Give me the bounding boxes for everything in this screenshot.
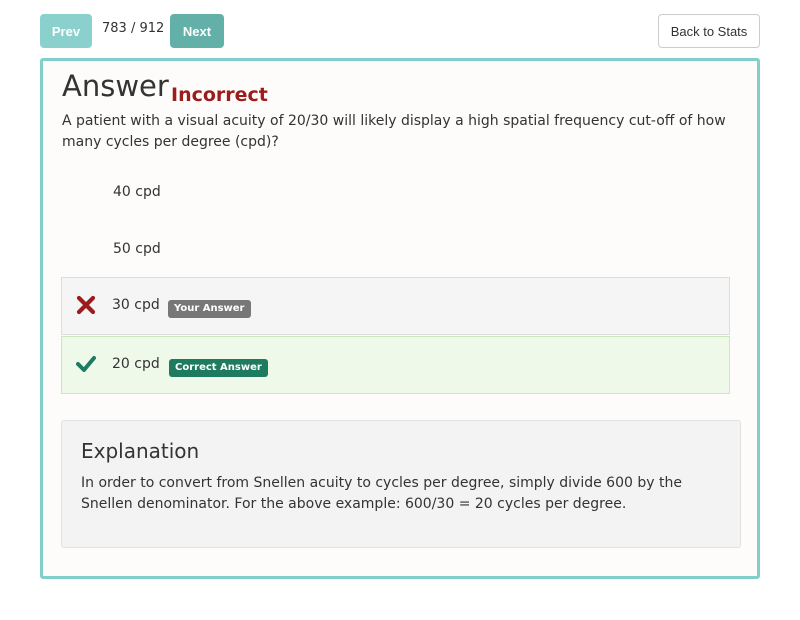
answer-option: 50 cpd <box>61 222 730 280</box>
next-button[interactable]: Next <box>170 14 224 48</box>
answer-card: Answer Incorrect A patient with a visual… <box>40 58 760 579</box>
answer-option-correct: 20 cpd Correct Answer <box>61 336 730 394</box>
question-text: A patient with a visual acuity of 20/30 … <box>62 113 726 150</box>
option-label: 30 cpd <box>112 297 160 313</box>
explanation-title: Explanation <box>81 439 200 463</box>
cross-icon <box>76 295 96 315</box>
navigation-bar: Prev 783 / 912 Next Back to Stats <box>40 14 760 48</box>
result-status: Incorrect <box>171 84 268 106</box>
option-label: 40 cpd <box>113 184 161 200</box>
prev-button[interactable]: Prev <box>40 14 92 48</box>
correct-answer-badge: Correct Answer <box>169 359 268 377</box>
question-counter: 783 / 912 <box>102 21 165 36</box>
answer-option-selected: 30 cpd Your Answer <box>61 277 730 335</box>
back-to-stats-button[interactable]: Back to Stats <box>658 14 760 48</box>
explanation-panel: Explanation In order to convert from Sne… <box>61 420 741 548</box>
answer-title: Answer <box>62 69 169 103</box>
option-label: 20 cpd <box>112 356 160 372</box>
option-label: 50 cpd <box>113 241 161 257</box>
checkmark-icon <box>76 356 96 372</box>
explanation-text: In order to convert from Snellen acuity … <box>81 475 682 512</box>
answer-option: 40 cpd <box>61 165 730 223</box>
your-answer-badge: Your Answer <box>168 300 251 318</box>
